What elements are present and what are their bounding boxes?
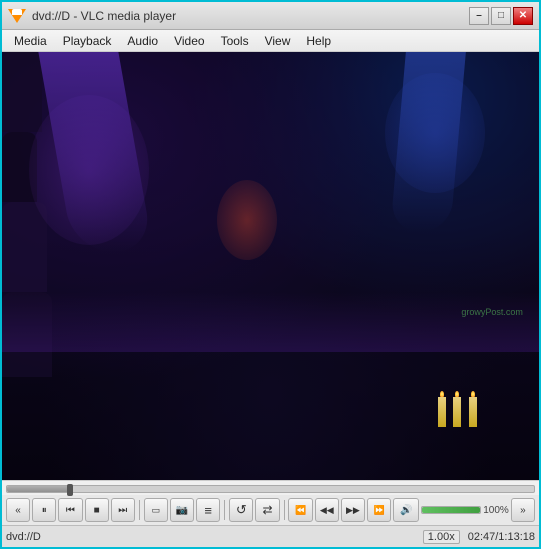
stage-glow [2,292,539,352]
light-beam-right [391,52,467,232]
next-icon: ⏭ [118,505,127,516]
loop-button[interactable]: ↺ [229,498,253,522]
frame-fwd-button[interactable]: ⏩ [367,498,391,522]
skip-back-icon: « [15,505,21,516]
next-button[interactable]: ⏭ [111,498,135,522]
window-title: dvd://D - VLC media player [32,9,176,23]
volume-area: 🔊 100% [393,498,509,522]
maximize-button[interactable]: □ [491,7,511,25]
step-fwd-button[interactable]: ▶▶ [341,498,365,522]
seek-bar-area [2,480,539,495]
menu-playback[interactable]: Playback [55,32,120,50]
prev-icon: ⏮ [66,505,75,516]
menu-view[interactable]: View [257,32,299,50]
close-button[interactable]: ✕ [513,7,533,25]
step-fwd-icon: ▶▶ [346,505,360,516]
candle-3 [469,397,477,427]
volume-button[interactable]: 🔊 [393,498,419,522]
vlc-window: dvd://D - VLC media player – □ ✕ Media P… [0,0,541,549]
pause-button[interactable]: ⏸ [32,498,56,522]
skip-fwd-icon: » [520,505,526,516]
video-canvas: growyPost.com [2,52,539,480]
shuffle-icon: ⇄ [262,503,272,517]
volume-icon: 🔊 [400,505,412,516]
step-back-icon: ◀◀ [320,505,334,516]
menu-video[interactable]: Video [166,32,212,50]
video-area[interactable]: growyPost.com [2,52,539,480]
menu-tools[interactable]: Tools [213,32,257,50]
window-controls: – □ ✕ [469,7,533,25]
frame-back-button[interactable]: ⏪ [288,498,312,522]
loop-icon: ↺ [236,502,247,518]
menu-help[interactable]: Help [298,32,339,50]
stop-icon: ■ [94,505,100,516]
source-label: dvd://D [6,531,41,543]
seek-bar[interactable] [6,485,535,493]
snapshot-icon: 📷 [176,505,188,516]
snapshot-button[interactable]: 📷 [170,498,194,522]
title-bar-left: dvd://D - VLC media player [8,9,176,23]
vlc-icon [8,9,26,23]
menu-bar: Media Playback Audio Video Tools View He… [2,30,539,52]
performer-1 [2,52,42,132]
equalizer-button[interactable]: ≡ [196,498,220,522]
time-display: 02:47/1:13:18 [468,531,535,543]
title-bar: dvd://D - VLC media player – □ ✕ [2,2,539,30]
minimize-button[interactable]: – [469,7,489,25]
step-back-button[interactable]: ◀◀ [315,498,339,522]
frame-button[interactable]: ▭ [144,498,168,522]
shuffle-button[interactable]: ⇄ [255,498,279,522]
candle-1 [438,397,446,427]
volume-fill [422,507,480,513]
frame-icon: ▭ [152,505,161,516]
status-bar: dvd://D 1.00x 02:47/1:13:18 [2,525,539,547]
candles [436,397,496,437]
controls-area: « ⏸ ⏮ ■ ⏭ ▭ 📷 [2,495,539,525]
equalizer-icon: ≡ [204,503,212,518]
skip-back-button[interactable]: « [6,498,30,522]
seek-handle[interactable] [67,484,73,496]
status-right: 1.00x 02:47/1:13:18 [423,530,535,544]
separator-2 [224,500,225,520]
controls-row: « ⏸ ⏮ ■ ⏭ ▭ 📷 [6,498,535,522]
separator-1 [139,500,140,520]
seek-progress [7,486,70,492]
skip-fwd-button[interactable]: » [511,498,535,522]
frame-back-icon: ⏪ [295,505,306,516]
stop-button[interactable]: ■ [85,498,109,522]
pause-icon: ⏸ [42,505,47,516]
frame-fwd-icon: ⏩ [373,505,384,516]
speed-badge: 1.00x [423,530,460,544]
volume-label: 100% [483,505,509,516]
menu-media[interactable]: Media [6,32,55,50]
performer-highlight [217,180,277,260]
volume-slider[interactable] [421,506,481,514]
performer-3 [2,202,47,292]
prev-button[interactable]: ⏮ [58,498,82,522]
menu-audio[interactable]: Audio [119,32,166,50]
candle-2 [453,397,461,427]
separator-3 [284,500,285,520]
